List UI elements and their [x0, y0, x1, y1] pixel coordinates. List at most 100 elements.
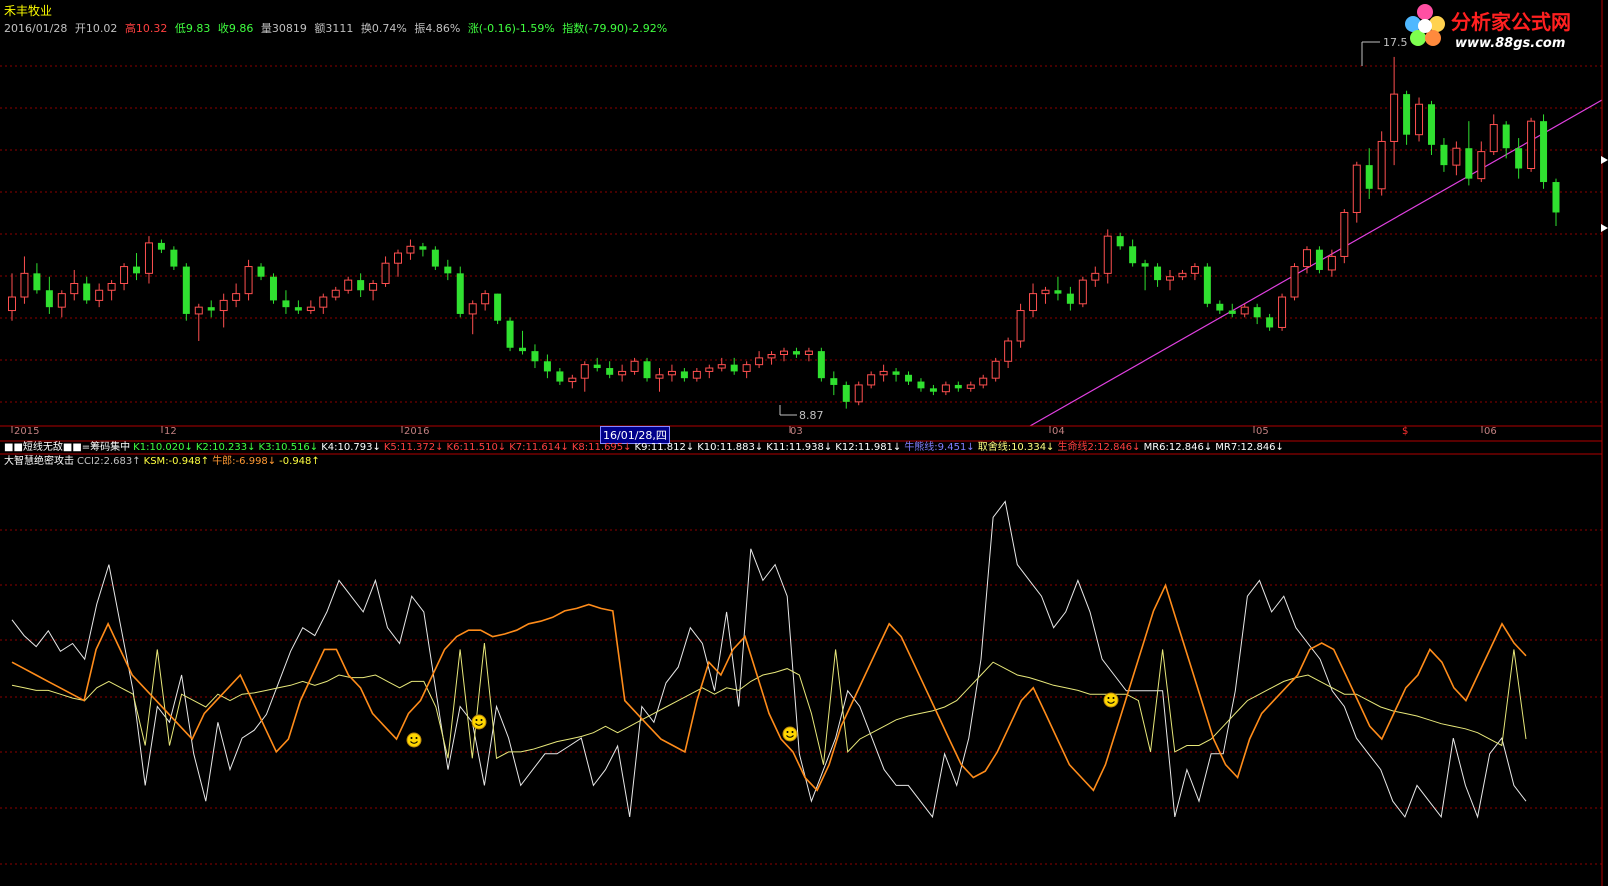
candle-body-33	[419, 246, 427, 250]
candle-body-109	[1365, 165, 1373, 189]
candle-body-31	[394, 252, 402, 264]
candle-body-52	[655, 374, 664, 379]
candle-body-6	[83, 283, 91, 301]
candle-body-96	[1203, 266, 1211, 304]
candle-body-99	[1240, 306, 1249, 315]
candle-body-65	[817, 351, 825, 379]
candle-body-38	[481, 293, 490, 305]
scroll-right-arrow-icon[interactable]	[1601, 156, 1608, 164]
candle-body-43	[543, 361, 551, 372]
candle-body-60	[755, 357, 764, 366]
candle-body-11	[144, 242, 153, 274]
ma-legend: ■■短线无敌■■=筹码集中 K1:10.020↓ K2:10.233↓ K3:10.5…	[4, 441, 1287, 455]
candles[interactable]	[8, 56, 1560, 409]
low-callout: 8.87	[779, 405, 824, 422]
candle-body-22	[282, 300, 290, 308]
candle-body-26	[331, 289, 340, 298]
ma-legend-item-7: K7:11.614↓	[509, 442, 569, 453]
candle-body-116	[1452, 147, 1461, 166]
candle-body-5	[70, 282, 79, 295]
axis-label-05: 05	[1256, 426, 1269, 437]
candle-body-115	[1440, 144, 1448, 166]
axis-label-12: 12	[164, 426, 177, 437]
candle-body-75	[941, 384, 950, 393]
ma-legend-item-8: K8:11.695↓	[571, 442, 632, 453]
candle-body-117	[1465, 148, 1473, 179]
candle-body-12	[157, 242, 165, 250]
ma-legend-item-12: K12:11.981↓	[835, 442, 902, 453]
smiley-eye-r-3	[1112, 697, 1115, 699]
candle-body-91	[1141, 263, 1149, 267]
candle-body-15	[194, 306, 203, 315]
candle-body-120	[1502, 124, 1510, 149]
candle-body-58	[730, 364, 738, 372]
candle-body-111	[1390, 93, 1399, 142]
candle-body-8	[107, 282, 116, 291]
candle-body-19	[244, 266, 253, 295]
candle-body-106	[1327, 255, 1336, 271]
candle-body-59	[742, 364, 751, 372]
axis-label-04: 04	[1052, 426, 1065, 437]
smiley-eye-l-0	[410, 737, 413, 739]
candle-body-88	[1103, 235, 1112, 274]
candle-body-50	[630, 360, 639, 372]
scroll-right-arrow-icon-2[interactable]	[1601, 224, 1608, 232]
candle-body-92	[1154, 266, 1162, 281]
candle-body-30	[381, 262, 390, 284]
ma-legend-item-6: K6:11.510↓	[446, 442, 507, 453]
axis-label-03: 03	[790, 426, 803, 437]
cci2-line	[11, 500, 1527, 819]
candle-body-89	[1116, 236, 1124, 247]
axis-marker: $	[1402, 426, 1409, 437]
candle-body-72	[905, 374, 913, 382]
candle-body-24	[306, 306, 315, 312]
candle-body-114	[1427, 104, 1435, 145]
candle-body-69	[867, 374, 876, 386]
candle-body-55	[692, 370, 701, 379]
smiley-icon-0	[406, 732, 422, 748]
candle-body-76	[954, 384, 962, 389]
ma-legend-item-2: K2:10.233↓	[195, 442, 256, 453]
candle-body-54	[680, 371, 688, 379]
candle-body-77	[966, 384, 975, 389]
candle-body-121	[1515, 148, 1523, 169]
axis-label-2016: 2016	[404, 426, 430, 437]
candle-body-95	[1190, 266, 1199, 274]
axis-label-2015: 2015	[14, 426, 40, 437]
candle-body-36	[456, 273, 464, 314]
candle-body-29	[369, 282, 378, 291]
indicator-legend-item-2: KSM:-0.948↑	[143, 456, 210, 467]
candle-body-87	[1091, 272, 1100, 281]
candle-body-35	[444, 266, 452, 274]
candle-body-105	[1315, 249, 1323, 270]
candle-body-64	[804, 350, 813, 356]
candle-body-37	[468, 303, 477, 315]
candle-body-9	[120, 266, 129, 284]
ma-legend-item-1: K1:10.020↓	[133, 442, 193, 453]
candle-body-71	[892, 371, 900, 375]
candle-body-46	[580, 364, 589, 379]
candle-body-102	[1278, 296, 1287, 328]
ma-legend-item-10: K10:11.883↓	[697, 442, 764, 453]
ma-legend-item-0: ■■短线无敌■■=筹码集中	[4, 442, 131, 453]
smiley-eye-r-2	[791, 731, 794, 733]
candle-body-20	[257, 266, 265, 277]
candle-body-85	[1066, 293, 1074, 304]
smiley-eye-r-0	[415, 737, 418, 739]
indicator-legend-item-3: 牛郎:-6.998↓	[212, 456, 277, 467]
indicator-legend-item-1: CCI2:2.683↑	[77, 456, 141, 467]
candle-body-25	[319, 296, 328, 308]
indicator-legend: 大智慧绝密攻击 CCI2:2.683↑ KSM:-0.948↑ 牛郎:-6.998↓ -…	[4, 455, 323, 469]
candle-body-101	[1266, 317, 1274, 328]
smiley-icon-3	[1103, 692, 1119, 708]
smiley-eye-l-1	[475, 719, 478, 721]
candle-body-90	[1129, 246, 1137, 264]
ma-legend-item-9: K9:11.812↓	[634, 442, 695, 453]
candle-body-124	[1552, 182, 1560, 213]
candle-body-21	[269, 276, 277, 301]
high-callout: 17.5	[1361, 36, 1408, 66]
candle-body-45	[568, 377, 577, 383]
candle-body-123	[1540, 121, 1548, 183]
candle-body-108	[1352, 164, 1361, 213]
candle-body-110	[1377, 140, 1386, 190]
